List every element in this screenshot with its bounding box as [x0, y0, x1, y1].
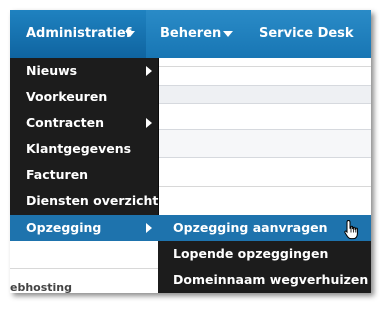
menu-item-label: Facturen: [26, 167, 89, 182]
submenu-item-opzegging-aanvragen[interactable]: Opzegging aanvragen: [158, 215, 371, 241]
menu-item-klantgegevens[interactable]: Klantgegevens: [10, 136, 158, 162]
chevron-right-icon: [146, 66, 152, 76]
chevron-right-icon: [146, 118, 152, 128]
submenu-item-label: Lopende opzeggingen: [173, 246, 329, 261]
menu-item-voorkeuren[interactable]: Voorkeuren: [10, 84, 158, 110]
background-row: [158, 85, 371, 104]
menu-item-facturen[interactable]: Facturen: [10, 162, 158, 188]
menu-item-label: Voorkeuren: [26, 89, 108, 104]
nav-beheren[interactable]: Beheren: [160, 10, 245, 58]
background-text: ebhosting: [10, 281, 73, 293]
submenu-item-lopende-opzeggingen[interactable]: Lopende opzeggingen: [158, 241, 371, 267]
screenshot-frame: Administratief Beheren Service Desk ebho…: [10, 10, 371, 293]
menu-item-label: Contracten: [26, 115, 104, 130]
menu-item-diensten-overzicht[interactable]: Diensten overzicht: [10, 188, 158, 214]
nav-beheren-label: Beheren: [160, 26, 222, 41]
divider: [158, 186, 371, 187]
menu-item-opzegging[interactable]: Opzegging: [10, 215, 158, 241]
menu-item-contracten[interactable]: Contracten: [10, 110, 158, 136]
menu-item-label: Nieuws: [26, 63, 78, 78]
menu-item-label: Diensten overzicht: [26, 193, 159, 208]
nav-administratief[interactable]: Administratief: [10, 10, 146, 58]
opzegging-submenu: Opzegging aanvragen Lopende opzeggingen …: [158, 215, 371, 293]
nav-service-desk[interactable]: Service Desk: [259, 10, 371, 58]
hand-pointer-icon: [344, 219, 358, 240]
chevron-right-icon: [146, 223, 152, 233]
menu-item-nieuws[interactable]: Nieuws: [10, 58, 158, 84]
divider: [158, 66, 371, 67]
nav-service-desk-label: Service Desk: [259, 26, 354, 41]
submenu-item-label: Opzegging aanvragen: [173, 220, 328, 235]
caret-down-icon: [223, 31, 233, 37]
caret-down-icon: [125, 31, 135, 37]
background-row: [158, 129, 371, 158]
menu-item-label: Klantgegevens: [26, 141, 132, 156]
top-navbar: Administratief Beheren Service Desk: [10, 10, 371, 58]
submenu-item-label: Domeinnaam wegverhuizen: [173, 272, 369, 287]
submenu-item-domeinnaam-wegverhuizen[interactable]: Domeinnaam wegverhuizen: [158, 267, 371, 293]
menu-item-label: Opzegging: [26, 220, 102, 235]
administratief-dropdown: Nieuws Voorkeuren Contracten Klantgegeve…: [10, 58, 159, 241]
nav-administratief-label: Administratief: [26, 26, 132, 41]
divider: [10, 268, 158, 269]
